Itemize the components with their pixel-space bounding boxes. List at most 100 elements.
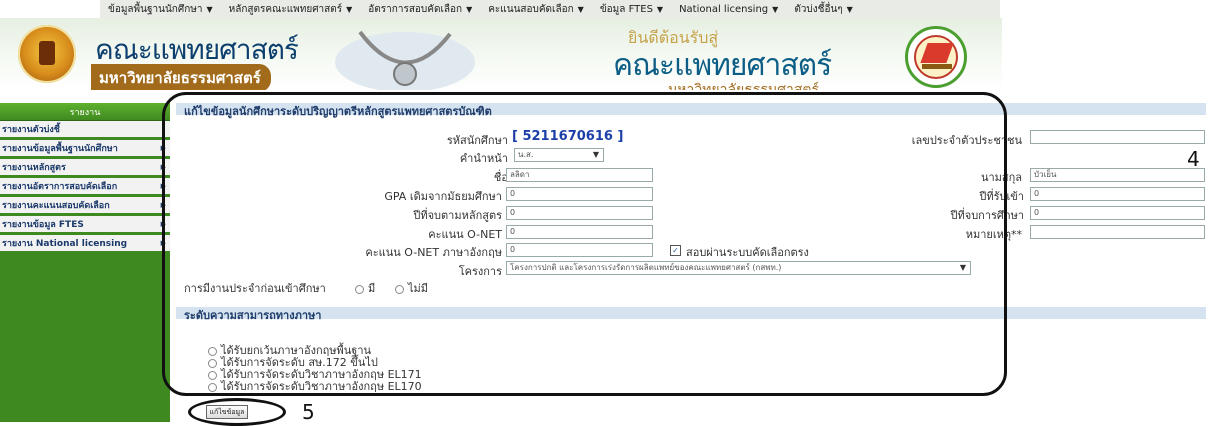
prefix-label: คำนำหน้า bbox=[459, 152, 508, 165]
stethoscope-graphic bbox=[335, 30, 475, 90]
chevron-down-icon: ▼ bbox=[206, 4, 213, 14]
work-no-label: ไม่มี bbox=[408, 282, 429, 295]
last-name-field[interactable]: บัวเย็น bbox=[1030, 168, 1205, 182]
direct-selection-checkbox[interactable]: ✓ bbox=[670, 245, 681, 256]
project-select-value: โครงการปกติ และโครงการเร่งรัดการผลิตแพทย… bbox=[510, 263, 782, 272]
save-button[interactable]: แก้ไขข้อมูล bbox=[206, 405, 248, 419]
top-menu-national-licensing[interactable]: National licensing ▼ bbox=[671, 4, 786, 15]
caret-right-icon: ▶ bbox=[160, 182, 166, 190]
top-menu-other-indicators[interactable]: ตัวบ่งชี้อื่นๆ ▼ bbox=[786, 2, 861, 17]
chevron-down-icon: ▼ bbox=[846, 4, 853, 14]
banner-subtitle-left: มหาวิทยาลัยธรรมศาสตร์ bbox=[91, 64, 271, 90]
sidebar-item-label: รายงานข้อมูล FTES bbox=[2, 220, 84, 230]
menu-label: หลักสูตรคณะแพทยศาสตร์ bbox=[228, 3, 343, 15]
caret-right-icon: ▶ bbox=[160, 239, 166, 247]
onet-field[interactable]: 0 bbox=[506, 225, 653, 239]
menu-label: คะแนนสอบคัดเลือก bbox=[488, 3, 574, 15]
top-menu-selection-score[interactable]: คะแนนสอบคัดเลือก ▼ bbox=[480, 2, 592, 17]
sidebar-header: รายงาน bbox=[0, 103, 170, 121]
last-name-label: นามสกุล bbox=[980, 171, 1022, 184]
form-section-title: แก้ไขข้อมูลนักศึกษาระดับปริญญาตรีหลักสูต… bbox=[184, 105, 492, 118]
sidebar-item-label: รายงานหลักสูตร bbox=[2, 163, 66, 173]
sidebar-item-indicators[interactable]: รายงานตัวบ่งชี้ bbox=[0, 121, 170, 140]
sidebar-item-label: รายงานคะแนนสอบคัดเลือก bbox=[2, 201, 110, 211]
entry-year-label: ปีที่รับเข้า bbox=[979, 190, 1024, 203]
sidebar-item-selection-score[interactable]: รายงานคะแนนสอบคัดเลือก ▶ bbox=[0, 197, 170, 216]
national-id-field[interactable] bbox=[1030, 130, 1205, 144]
sidebar-item-label: รายงานอัตราการสอบคัดเลือก bbox=[2, 182, 118, 192]
language-option-label: ได้รับการจัดระดับวิชาภาษาอังกฤษ EL170 bbox=[221, 380, 422, 393]
annotation-marker-4: 4 bbox=[1187, 147, 1200, 171]
remark-field[interactable] bbox=[1030, 225, 1205, 239]
remark-label: หมายเหตุ** bbox=[965, 228, 1022, 241]
curriculum-end-field[interactable]: 0 bbox=[506, 206, 653, 220]
banner-subtitle-right: มหาวิทยาลัยธรรมศาสตร์ bbox=[668, 82, 819, 90]
sidebar-item-student-info[interactable]: รายงานข้อมูลพื้นฐานนักศึกษา ▶ bbox=[0, 140, 170, 159]
top-menu-ftes[interactable]: ข้อมูล FTES ▼ bbox=[592, 2, 671, 17]
language-section-bar bbox=[176, 307, 1206, 319]
onet-label: คะแนน O-NET bbox=[428, 228, 502, 241]
prefix-select[interactable]: น.ส. ▼ bbox=[514, 148, 604, 162]
language-option-el170[interactable]: ได้รับการจัดระดับวิชาภาษาอังกฤษ EL170 bbox=[208, 377, 422, 395]
curriculum-end-label: ปีที่จบตามหลักสูตร bbox=[413, 209, 502, 222]
annotation-marker-5: 5 bbox=[302, 400, 315, 424]
main-content: แก้ไขข้อมูลนักศึกษาระดับปริญญาตรีหลักสูต… bbox=[172, 103, 1209, 422]
first-name-field[interactable]: ลลิดา bbox=[506, 168, 653, 182]
chevron-down-icon: ▼ bbox=[346, 4, 353, 14]
project-label: โครงการ bbox=[458, 265, 502, 278]
menu-label: National licensing bbox=[679, 3, 769, 15]
work-no-option[interactable]: ไม่มี bbox=[395, 279, 428, 297]
caret-right-icon: ▶ bbox=[160, 163, 166, 171]
sidebar-item-label: รายงาน National licensing bbox=[2, 239, 128, 249]
menu-label: ตัวบ่งชี้อื่นๆ bbox=[794, 3, 843, 15]
chevron-down-icon: ▼ bbox=[592, 150, 599, 159]
top-menu-student-info[interactable]: ข้อมูลพื้นฐานนักศึกษา ▼ bbox=[100, 2, 221, 17]
chevron-down-icon: ▼ bbox=[577, 4, 584, 14]
radio-icon bbox=[395, 284, 404, 294]
sidebar-item-ftes[interactable]: รายงานข้อมูล FTES ▶ bbox=[0, 216, 170, 235]
menu-label: ข้อมูล FTES bbox=[599, 3, 653, 15]
header-banner: คณะแพทยศาสตร์ มหาวิทยาลัยธรรมศาสตร์ ยินด… bbox=[0, 18, 1002, 90]
first-name-label: ชื่อ bbox=[493, 171, 508, 184]
onet-english-label: คะแนน O-NET ภาษาอังกฤษ bbox=[365, 246, 502, 259]
radio-icon bbox=[208, 382, 217, 392]
entry-year-field[interactable]: 0 bbox=[1030, 187, 1205, 201]
caret-right-icon: ▶ bbox=[160, 144, 166, 152]
work-yes-option[interactable]: มี bbox=[355, 279, 375, 297]
project-select[interactable]: โครงการปกติ และโครงการเร่งรัดการผลิตแพทย… bbox=[506, 261, 971, 275]
gpa-field[interactable]: 0 bbox=[506, 187, 653, 201]
sidebar-item-selection-rate[interactable]: รายงานอัตราการสอบคัดเลือก ▶ bbox=[0, 178, 170, 197]
work-experience-label: การมีงานประจำก่อนเข้าศึกษา bbox=[184, 282, 326, 295]
work-yes-label: มี bbox=[368, 282, 376, 295]
sidebar-item-curriculum[interactable]: รายงานหลักสูตร ▶ bbox=[0, 159, 170, 178]
onet-english-field[interactable]: 0 bbox=[506, 243, 653, 257]
graduation-year-label: ปีที่จบการศึกษา bbox=[950, 209, 1024, 222]
menu-label: อัตราการสอบคัดเลือก bbox=[368, 3, 463, 15]
direct-selection-label: สอบผ่านระบบคัดเลือกตรง bbox=[686, 246, 809, 259]
student-id-value: [ 5211670616 ] bbox=[512, 129, 624, 144]
chevron-down-icon: ▼ bbox=[959, 263, 966, 272]
radio-icon bbox=[355, 284, 364, 294]
faculty-logo-emblem bbox=[914, 35, 958, 79]
chevron-down-icon: ▼ bbox=[656, 4, 664, 14]
graduation-year-field[interactable]: 0 bbox=[1030, 206, 1205, 220]
university-seal-logo bbox=[18, 25, 76, 83]
top-menu-bar: ข้อมูลพื้นฐานนักศึกษา ▼ หลักสูตรคณะแพทยศา… bbox=[100, 0, 1000, 18]
caret-right-icon: ▶ bbox=[160, 201, 166, 209]
national-id-label: เลขประจำตัวประชาชน bbox=[911, 134, 1022, 147]
sidebar-item-label: รายงานข้อมูลพื้นฐานนักศึกษา bbox=[2, 144, 118, 154]
gpa-label: GPA เดิมจากมัธยมศึกษา bbox=[384, 190, 502, 203]
sidebar: รายงาน รายงานตัวบ่งชี้ รายงานข้อมูลพื้นฐ… bbox=[0, 103, 170, 422]
top-menu-selection-rate[interactable]: อัตราการสอบคัดเลือก ▼ bbox=[360, 2, 480, 17]
sidebar-item-national-licensing[interactable]: รายงาน National licensing ▶ bbox=[0, 235, 170, 254]
menu-label: ข้อมูลพื้นฐานนักศึกษา bbox=[108, 3, 203, 15]
language-section-title: ระดับความสามารถทางภาษา bbox=[184, 309, 322, 322]
top-menu-curriculum[interactable]: หลักสูตรคณะแพทยศาสตร์ ▼ bbox=[221, 2, 361, 17]
student-id-label: รหัสนักศึกษา bbox=[446, 134, 508, 147]
chevron-down-icon: ▼ bbox=[466, 4, 473, 14]
caret-right-icon: ▶ bbox=[160, 220, 166, 228]
faculty-logo bbox=[905, 26, 967, 88]
chevron-down-icon: ▼ bbox=[772, 4, 779, 14]
sidebar-item-label: รายงานตัวบ่งชี้ bbox=[2, 125, 60, 135]
prefix-select-value: น.ส. bbox=[518, 150, 534, 159]
